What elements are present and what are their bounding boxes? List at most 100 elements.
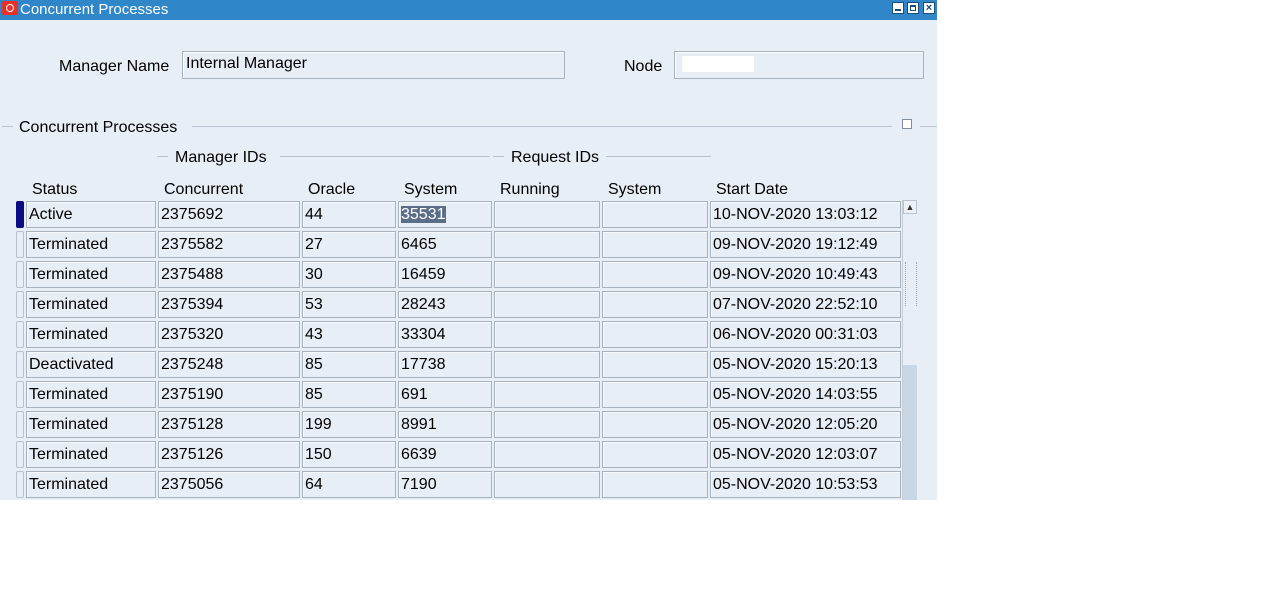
column-header-status: Status (32, 181, 78, 198)
vertical-scrollbar[interactable]: ▲ (902, 200, 917, 500)
cell-running-request[interactable] (494, 261, 600, 288)
row-indicator[interactable] (16, 291, 24, 318)
cell-request-system[interactable] (602, 201, 708, 228)
cell-start-date[interactable]: 09-NOV-2020 10:49:43 (710, 261, 901, 288)
scroll-track[interactable] (903, 365, 917, 500)
cell-concurrent-id[interactable]: 2375056 (158, 471, 300, 498)
cell-running-request[interactable] (494, 351, 600, 378)
cell-running-request[interactable] (494, 471, 600, 498)
cell-system-id[interactable]: 33304 (398, 321, 492, 348)
cell-request-system[interactable] (602, 411, 708, 438)
row-indicator[interactable] (16, 201, 24, 228)
cell-status[interactable]: Terminated (26, 231, 156, 258)
cell-request-system[interactable] (602, 351, 708, 378)
row-indicator[interactable] (16, 351, 24, 378)
cell-start-date[interactable]: 05-NOV-2020 12:05:20 (710, 411, 901, 438)
cell-running-request[interactable] (494, 231, 600, 258)
row-indicator[interactable] (16, 441, 24, 468)
oracle-app-icon (2, 1, 18, 15)
cell-concurrent-id[interactable]: 2375320 (158, 321, 300, 348)
cell-system-id[interactable]: 7190 (398, 471, 492, 498)
cell-concurrent-id[interactable]: 2375126 (158, 441, 300, 468)
cell-system-id[interactable]: 6639 (398, 441, 492, 468)
cell-oracle-id[interactable]: 53 (302, 291, 396, 318)
cell-system-id[interactable]: 35531 (398, 201, 492, 228)
manager-name-field[interactable]: Internal Manager (182, 51, 565, 79)
cell-system-id[interactable]: 8991 (398, 411, 492, 438)
cell-oracle-id[interactable]: 85 (302, 381, 396, 408)
cell-system-id[interactable]: 17738 (398, 351, 492, 378)
row-indicator[interactable] (16, 321, 24, 348)
cell-start-date[interactable]: 07-NOV-2020 22:52:10 (710, 291, 901, 318)
node-label: Node (624, 58, 663, 75)
cell-request-system[interactable] (602, 321, 708, 348)
cell-status[interactable]: Terminated (26, 381, 156, 408)
cell-running-request[interactable] (494, 291, 600, 318)
cell-start-date[interactable]: 05-NOV-2020 15:20:13 (710, 351, 901, 378)
cell-concurrent-id[interactable]: 2375128 (158, 411, 300, 438)
cell-status[interactable]: Terminated (26, 261, 156, 288)
cell-concurrent-id[interactable]: 2375488 (158, 261, 300, 288)
cell-running-request[interactable] (494, 321, 600, 348)
cell-status[interactable]: Terminated (26, 411, 156, 438)
cell-request-system[interactable] (602, 441, 708, 468)
cell-status[interactable]: Terminated (26, 321, 156, 348)
cell-start-date[interactable]: 05-NOV-2020 10:53:53 (710, 471, 901, 498)
cell-oracle-id[interactable]: 43 (302, 321, 396, 348)
cell-system-id[interactable]: 16459 (398, 261, 492, 288)
cell-start-date[interactable]: 05-NOV-2020 14:03:55 (710, 381, 901, 408)
cell-status[interactable]: Active (26, 201, 156, 228)
cell-oracle-id[interactable]: 30 (302, 261, 396, 288)
cell-oracle-id[interactable]: 199 (302, 411, 396, 438)
cell-start-date[interactable]: 09-NOV-2020 19:12:49 (710, 231, 901, 258)
cell-running-request[interactable] (494, 411, 600, 438)
cell-system-id[interactable]: 6465 (398, 231, 492, 258)
section-divider-right (192, 126, 892, 127)
cell-oracle-id[interactable]: 64 (302, 471, 396, 498)
node-value-redaction (682, 56, 754, 72)
cell-system-id[interactable]: 28243 (398, 291, 492, 318)
cell-oracle-id[interactable]: 85 (302, 351, 396, 378)
cell-request-system[interactable] (602, 381, 708, 408)
cell-system-id[interactable]: 691 (398, 381, 492, 408)
cell-concurrent-id[interactable]: 2375394 (158, 291, 300, 318)
row-indicator[interactable] (16, 471, 24, 498)
cell-status[interactable]: Terminated (26, 441, 156, 468)
row-indicator[interactable] (16, 411, 24, 438)
cell-request-system[interactable] (602, 291, 708, 318)
cell-start-date[interactable]: 05-NOV-2020 12:03:07 (710, 441, 901, 468)
cell-running-request[interactable] (494, 381, 600, 408)
scroll-up-arrow-icon[interactable]: ▲ (903, 200, 917, 214)
cell-request-system[interactable] (602, 471, 708, 498)
column-header-system: System (404, 181, 458, 198)
cell-oracle-id[interactable]: 150 (302, 441, 396, 468)
row-indicator[interactable] (16, 261, 24, 288)
cell-running-request[interactable] (494, 201, 600, 228)
cell-request-system[interactable] (602, 231, 708, 258)
cell-status[interactable]: Terminated (26, 291, 156, 318)
cell-start-date[interactable]: 06-NOV-2020 00:31:03 (710, 321, 901, 348)
section-collapse-checkbox[interactable] (902, 119, 912, 129)
cell-concurrent-id[interactable]: 2375190 (158, 381, 300, 408)
group-divider-request-right (606, 156, 711, 157)
cell-status[interactable]: Terminated (26, 471, 156, 498)
section-title: Concurrent Processes (19, 119, 178, 136)
minimize-button[interactable] (892, 2, 904, 14)
scroll-thumb[interactable] (905, 262, 917, 306)
maximize-button[interactable] (907, 2, 919, 14)
cell-oracle-id[interactable]: 27 (302, 231, 396, 258)
close-button[interactable]: × (923, 2, 935, 14)
cell-concurrent-id[interactable]: 2375692 (158, 201, 300, 228)
row-indicator[interactable] (16, 381, 24, 408)
cell-oracle-id[interactable]: 44 (302, 201, 396, 228)
title-bar[interactable]: Concurrent Processes × (0, 0, 937, 20)
cell-start-date[interactable]: 10-NOV-2020 13:03:12 (710, 201, 901, 228)
row-indicator[interactable] (16, 231, 24, 258)
cell-status[interactable]: Deactivated (26, 351, 156, 378)
cell-concurrent-id[interactable]: 2375582 (158, 231, 300, 258)
window-title: Concurrent Processes (20, 1, 169, 18)
column-header-oracle: Oracle (308, 181, 356, 198)
cell-running-request[interactable] (494, 441, 600, 468)
cell-concurrent-id[interactable]: 2375248 (158, 351, 300, 378)
cell-request-system[interactable] (602, 261, 708, 288)
